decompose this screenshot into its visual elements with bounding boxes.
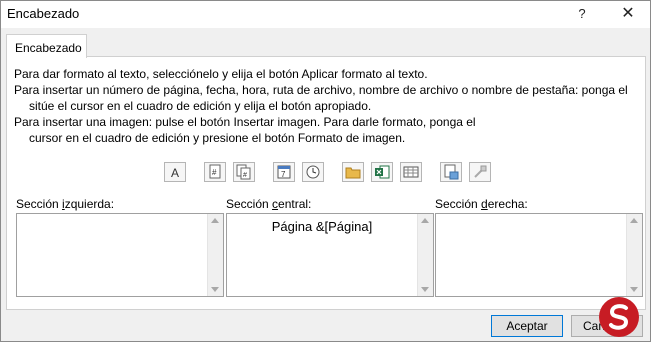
sheet-name-button[interactable]	[400, 162, 422, 182]
format-picture-button[interactable]	[469, 162, 491, 182]
scroll-down-arrow[interactable]	[421, 287, 429, 292]
section-right-scrollbar[interactable]	[626, 214, 642, 296]
section-center-label: Sección central:	[226, 197, 312, 211]
format-picture-icon	[474, 165, 487, 178]
page-number-button[interactable]: #	[204, 162, 226, 182]
watermark-logo	[599, 297, 639, 337]
header-toolbar: A # # 7	[7, 162, 645, 184]
date-glyph: 7	[281, 170, 286, 179]
section-center-scrollbar[interactable]	[417, 214, 433, 296]
scroll-down-arrow[interactable]	[211, 287, 219, 292]
sheet-grid-icon	[403, 166, 419, 178]
title-bar: Encabezado ? ✕	[1, 1, 650, 28]
scroll-down-arrow[interactable]	[630, 287, 638, 292]
section-center-value: Página &[Página]	[271, 219, 373, 234]
letter-a-glyph: A	[171, 166, 179, 180]
file-name-button[interactable]	[371, 162, 393, 182]
section-center-input[interactable]: Página &[Página]	[226, 213, 434, 297]
folder-icon	[345, 167, 361, 179]
page-number-icon: #	[209, 164, 221, 179]
file-path-button[interactable]	[342, 162, 364, 182]
scroll-up-arrow[interactable]	[211, 218, 219, 223]
picture-icon	[444, 164, 459, 180]
scroll-up-arrow[interactable]	[421, 218, 429, 223]
section-left-label: Sección izquierda:	[16, 197, 115, 211]
help-button[interactable]: ?	[568, 3, 596, 25]
header-dialog: Encabezado ? ✕ Encabezado Para dar forma…	[0, 0, 651, 342]
page-count-button[interactable]: #	[233, 162, 255, 182]
page-number-glyph: #	[212, 168, 217, 177]
date-button[interactable]: 7	[273, 162, 295, 182]
time-button[interactable]	[302, 162, 324, 182]
close-button[interactable]: ✕	[614, 3, 642, 25]
instruction-line: Para insertar una imagen: pulse el botón…	[14, 115, 476, 129]
instruction-line: cursor en el cuadro de edición y presion…	[29, 131, 406, 145]
tab-encabezado[interactable]: Encabezado	[6, 34, 87, 58]
section-right-input[interactable]	[435, 213, 643, 297]
section-left-input[interactable]	[16, 213, 224, 297]
insert-picture-button[interactable]	[440, 162, 462, 182]
dialog-title: Encabezado	[7, 6, 80, 21]
section-right-label: Sección derecha:	[435, 197, 528, 211]
format-text-button[interactable]: A	[164, 162, 186, 182]
instruction-line: Para dar formato al texto, selecciónelo …	[14, 67, 428, 81]
excel-file-icon	[375, 165, 390, 179]
accept-button[interactable]: Aceptar	[491, 315, 563, 337]
clock-icon	[306, 165, 320, 179]
scroll-up-arrow[interactable]	[630, 218, 638, 223]
instruction-line: Para insertar un número de página, fecha…	[14, 83, 628, 97]
tab-panel: Para dar formato al texto, selecciónelo …	[6, 56, 646, 310]
page-count-icon: #	[236, 164, 251, 180]
tab-label: Encabezado	[15, 41, 82, 55]
section-left-scrollbar[interactable]	[207, 214, 223, 296]
letter-a-icon: A	[171, 166, 179, 180]
instruction-line: sitúe el cursor en el cuadro de edición …	[29, 99, 372, 113]
calendar-icon: 7	[277, 165, 291, 179]
page-count-glyph: #	[243, 172, 247, 179]
